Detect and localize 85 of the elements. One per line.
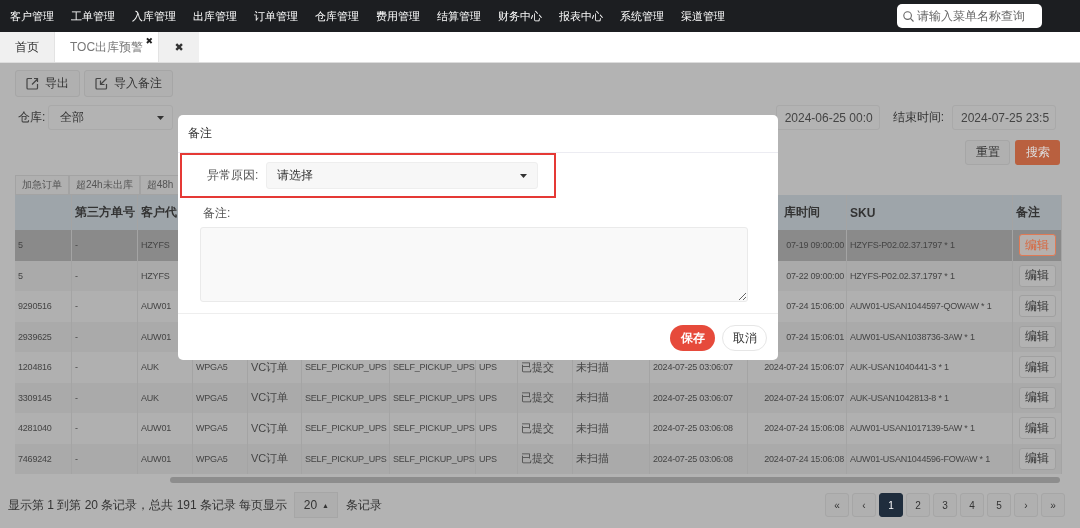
table-cell: SELF_PICKUP_UPS xyxy=(390,443,476,474)
import-notes-button[interactable]: 导入备注 xyxy=(84,70,173,97)
edit-button[interactable]: 编辑 xyxy=(1018,295,1056,318)
table-cell: 已提交 xyxy=(518,443,573,474)
table-cell: AUW01-USAN1044596-FOWAW * 1 xyxy=(847,443,1013,474)
page-button[interactable]: 3 xyxy=(933,493,957,517)
table-cell: AUW01-USAN1017139-5AW * 1 xyxy=(847,413,1013,444)
page-button[interactable]: « xyxy=(825,493,849,517)
scrollbar[interactable] xyxy=(170,477,1060,483)
reason-select[interactable]: 请选择 xyxy=(266,162,539,189)
table-cell: - xyxy=(72,230,138,261)
filter-tab[interactable]: 超48h xyxy=(139,175,181,195)
table-cell: SELF_PICKUP_UPS xyxy=(302,443,390,474)
reset-button[interactable]: 重置 xyxy=(965,140,1010,165)
table-cell: 1204816 xyxy=(15,352,72,383)
table-cell: - xyxy=(72,352,138,383)
table-cell: - xyxy=(72,291,138,322)
table-cell: 未扫描 xyxy=(573,443,650,474)
menu-search-field[interactable]: 请输入菜单名称查询 xyxy=(897,4,1042,28)
edit-button[interactable]: 编辑 xyxy=(1018,417,1056,440)
table-cell: HZYFS-P02.02.37.1797 * 1 xyxy=(847,230,1013,261)
note-label: 备注: xyxy=(203,205,232,222)
page-button[interactable]: ‹ xyxy=(852,493,876,517)
page-button[interactable]: 1 xyxy=(879,493,903,517)
table-cell: WPGA5 xyxy=(193,443,248,474)
export-button[interactable]: 导出 xyxy=(15,70,80,97)
table-cell: 2024-07-24 15:06:08 xyxy=(748,413,847,444)
table-cell: UPS xyxy=(476,413,518,444)
edit-button[interactable]: 编辑 xyxy=(1018,264,1056,287)
table-cell: UPS xyxy=(476,443,518,474)
table-cell: SELF_PICKUP_UPS xyxy=(390,413,476,444)
page-button[interactable]: 4 xyxy=(960,493,984,517)
table-cell: 已提交 xyxy=(518,413,573,444)
caret-icon xyxy=(157,115,165,120)
table-cell: - xyxy=(72,413,138,444)
close-icon[interactable]: ✖ xyxy=(145,36,154,46)
table-cell: WPGA5 xyxy=(193,413,248,444)
note-field[interactable] xyxy=(200,227,748,302)
edit-button[interactable]: 编辑 xyxy=(1018,386,1056,409)
table-cell: 5 xyxy=(15,230,72,261)
page-button[interactable]: » xyxy=(1041,493,1065,517)
table-cell: VC订单 xyxy=(248,443,302,474)
warehouse-label: 仓库: xyxy=(18,109,46,126)
records-summary: 显示第 1 到第 20 条记录，总共 191 条记录 每页显示 xyxy=(8,496,288,514)
filter-tab[interactable]: 超24h未出库 xyxy=(69,175,140,195)
table-cell: AUW01 xyxy=(138,443,193,474)
start-time-field[interactable]: 2024-06-25 00:0 xyxy=(775,105,880,130)
table-row[interactable]: 7469242 - AUW01 WPGA5 VC订单 SELF_PICKUP_UPS SELF_PICKUP_UPS UPS 已提交 未扫描 2024-07-25 03:06:08 2024-07-24 15:06:08 AUW01-USAN1044596-FOWAW * 1 编辑 xyxy=(15,443,1062,474)
edit-button[interactable]: 编辑 xyxy=(1018,356,1056,379)
table-cell: AUK-USAN1040441-3 * 1 xyxy=(847,352,1013,383)
end-time-field[interactable]: 2024-07-25 23:5 xyxy=(952,105,1056,130)
save-button[interactable]: 保存 xyxy=(670,325,715,351)
export-icon xyxy=(26,77,39,90)
page-button[interactable]: › xyxy=(1014,493,1038,517)
cancel-button[interactable]: 取消 xyxy=(722,325,767,351)
table-cell: 7469242 xyxy=(15,443,72,474)
table-cell: 2024-07-24 15:06:08 xyxy=(748,443,847,474)
warehouse-select[interactable]: 全部 xyxy=(48,105,174,130)
table-cell: SELF_PICKUP_UPS xyxy=(302,413,390,444)
page-button[interactable]: 2 xyxy=(906,493,930,517)
caret-icon xyxy=(520,173,528,178)
records-suffix: 条记录 xyxy=(346,496,383,514)
end-time-label: 结束时间: xyxy=(892,109,944,126)
search-button[interactable]: 搜索 xyxy=(1015,140,1060,165)
page-tab[interactable]: 首页 xyxy=(0,32,55,62)
page-button[interactable]: 5 xyxy=(987,493,1011,517)
edit-button[interactable]: 编辑 xyxy=(1018,325,1056,348)
table-cell: 4281040 xyxy=(15,413,72,444)
filter-tab[interactable]: 加急订单 xyxy=(15,175,69,195)
table-cell: VC订单 xyxy=(248,413,302,444)
table-cell: AUW01 xyxy=(138,413,193,444)
table-cell: AUW01-USAN1044597-QOWAW * 1 xyxy=(847,291,1013,322)
table-cell: - xyxy=(72,443,138,474)
table-row[interactable]: 4281040 - AUW01 WPGA5 VC订单 SELF_PICKUP_UPS SELF_PICKUP_UPS UPS 已提交 未扫描 2024-07-25 03:06:08 2024-07-24 15:06:08 AUW01-USAN1017139-5AW * 1 编辑 xyxy=(15,413,1062,444)
table-cell: 9290516 xyxy=(15,291,72,322)
table-cell: 未扫描 xyxy=(573,413,650,444)
search-icon xyxy=(903,10,914,22)
table-row[interactable]: 3309145 - AUK WPGA5 VC订单 SELF_PICKUP_UPS SELF_PICKUP_UPS UPS 已提交 未扫描 2024-07-25 03:06:07 2024-07-24 15:06:07 AUK-USAN1042813-8 * 1 编辑 xyxy=(15,382,1062,413)
table-cell: 2024-07-25 03:06:08 xyxy=(650,413,748,444)
edit-button[interactable]: 编辑 xyxy=(1018,447,1056,470)
import-icon xyxy=(95,77,108,90)
reason-label: 异常原因: xyxy=(207,167,259,184)
dialog-title: 备注 xyxy=(178,115,778,153)
table-cell: 2024-07-25 03:06:08 xyxy=(650,443,748,474)
close-all-tabs-button[interactable]: ✖ xyxy=(159,32,200,62)
